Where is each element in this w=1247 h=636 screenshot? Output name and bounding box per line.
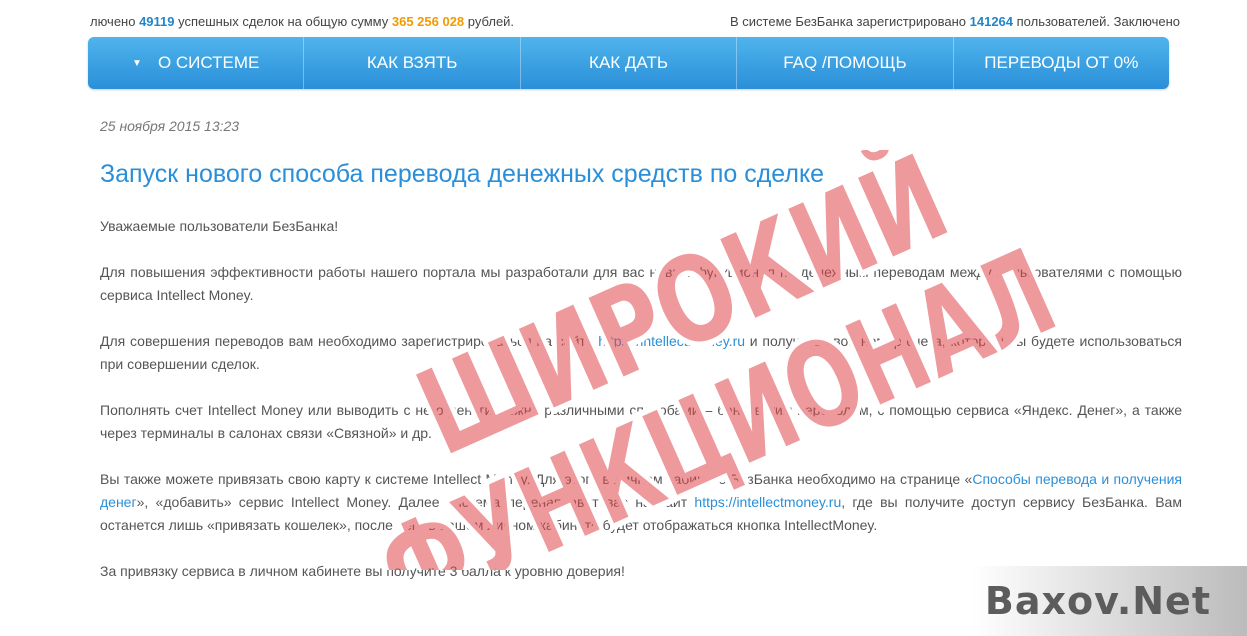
ticker-right-text-a: В системе БезБанка зарегистрировано bbox=[730, 14, 970, 29]
article-title: Запуск нового способа перевода денежных … bbox=[100, 160, 825, 188]
ticker-users-count: 141264 bbox=[969, 14, 1014, 29]
nav-item-label: ПЕРЕВОДЫ ОТ 0% bbox=[984, 53, 1139, 72]
ticker-right-text-b: пользователей. Заключено bbox=[1013, 14, 1181, 29]
intellectmoney-link[interactable]: https://intellectmoney.ru bbox=[598, 333, 745, 349]
nav-item-lend[interactable]: КАК ДАТЬ bbox=[521, 37, 738, 89]
article-paragraph-4: Вы также можете привязать свою карту к с… bbox=[100, 468, 1182, 537]
paragraph-text: Вы также можете привязать свою карту к с… bbox=[100, 471, 973, 487]
nav-item-borrow[interactable]: КАК ВЗЯТЬ bbox=[304, 37, 521, 89]
article: 25 ноября 2015 13:23 Запуск нового спосо… bbox=[100, 118, 1182, 606]
site-watermark: Baxov.Net bbox=[972, 566, 1247, 636]
nav-item-faq[interactable]: FAQ /ПОМОЩЬ bbox=[737, 37, 954, 89]
nav-item-label: FAQ /ПОМОЩЬ bbox=[783, 53, 907, 72]
ticker-right: В системе БезБанка зарегистрировано 1412… bbox=[730, 14, 1180, 29]
watermark-text: Baxov.Net bbox=[984, 579, 1211, 623]
nav-item-about[interactable]: ▼ О СИСТЕМЕ bbox=[88, 37, 305, 89]
caret-down-icon: ▼ bbox=[132, 57, 142, 69]
stats-ticker: лючено 49119 успешных сделок на общую су… bbox=[0, 10, 1247, 32]
ticker-left: лючено 49119 успешных сделок на общую су… bbox=[90, 14, 514, 29]
nav-item-transfers[interactable]: ПЕРЕВОДЫ ОТ 0% bbox=[954, 37, 1169, 89]
article-paragraph-2: Для совершения переводов вам необходимо … bbox=[100, 330, 1182, 376]
ticker-deals-sum: 365 256 028 bbox=[391, 14, 465, 29]
ticker-left-text-a: лючено bbox=[90, 14, 140, 29]
paragraph-text: Для совершения переводов вам необходимо … bbox=[100, 333, 599, 349]
ticker-deals-count: 49119 bbox=[139, 14, 175, 29]
ticker-left-text-c: рублей. bbox=[464, 14, 515, 29]
article-date: 25 ноября 2015 13:23 bbox=[100, 118, 240, 134]
article-paragraph-3: Пополнять счет Intellect Money или вывод… bbox=[100, 402, 1182, 441]
article-greeting: Уважаемые пользователи БезБанка! bbox=[100, 218, 339, 234]
nav-item-label: КАК ВЗЯТЬ bbox=[366, 53, 458, 72]
nav-item-label: О СИСТЕМЕ bbox=[157, 53, 260, 72]
paragraph-text: », «добавить» сервис Intellect Money. Да… bbox=[136, 494, 695, 510]
ticker-left-text-b: успешных сделок на общую сумму bbox=[174, 14, 392, 29]
article-paragraph-1: Для повышения эффективности работы нашег… bbox=[100, 264, 1182, 303]
main-nav: ▼ О СИСТЕМЕ КАК ВЗЯТЬ КАК ДАТЬ FAQ /ПОМО… bbox=[88, 37, 1169, 89]
nav-item-label: КАК ДАТЬ bbox=[589, 53, 668, 72]
intellectmoney-link-2[interactable]: https://intellectmoney.ru bbox=[694, 494, 841, 510]
